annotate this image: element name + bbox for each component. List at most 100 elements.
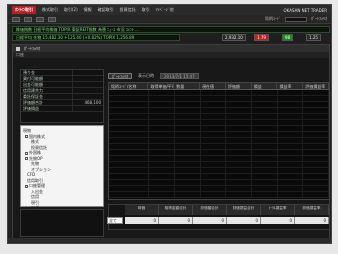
table-cell <box>175 90 201 95</box>
toolbar-portfolio-link[interactable]: ﾎﾟｰﾄﾌｫﾘｵ <box>311 16 327 22</box>
table-cell <box>149 186 176 191</box>
summary-bar: 時価 取得金額合計 評価額合計 評価損益合計 ﾄｰﾀﾙ損益率 評価損益率 全て … <box>107 204 330 230</box>
table-cell <box>149 180 176 185</box>
table-cell <box>278 102 304 107</box>
toolbar-button[interactable] <box>48 16 56 22</box>
quote-change-negative: 1.79 <box>254 34 269 41</box>
table-cell <box>226 132 253 137</box>
filter-select[interactable]: 全て <box>107 217 123 224</box>
account-info-table: 預り金 買付可能額 出金可能額 信用建余力 委託保証金 評価額合計 468,100… <box>20 69 104 123</box>
info-value <box>73 94 103 99</box>
table-cell <box>175 156 201 161</box>
table-cell <box>252 192 278 197</box>
news-ticker: 株価指数 日経平均株価 TOPIX 東証REIT指数 為替 ﾆｭｰｽ 市況 ｺﾒ… <box>12 26 330 33</box>
table-cell <box>226 162 253 167</box>
expand-icon[interactable] <box>25 157 28 160</box>
table-cell <box>175 96 201 101</box>
summary-value: 0 <box>125 217 159 224</box>
left-bottom-pane <box>20 209 104 237</box>
table-cell <box>109 156 150 161</box>
table-cell <box>109 102 150 107</box>
table-cell <box>201 174 227 179</box>
info-value <box>73 88 103 93</box>
toolbar-button[interactable] <box>12 16 20 22</box>
table-cell <box>201 108 227 113</box>
table-cell <box>252 120 278 125</box>
index-ticker: 日経平均 先物 15,482.30 +125.40 (+0.82%) TOPIX… <box>12 34 180 41</box>
table-cell <box>201 186 227 191</box>
table-cell <box>226 150 253 155</box>
table-cell <box>175 180 201 185</box>
panel-title: ﾎﾟｰﾄﾌｫﾘｵ <box>24 46 40 51</box>
info-key: 信用建余力 <box>21 88 73 93</box>
info-key: 預り金 <box>21 70 73 75</box>
expand-icon[interactable] <box>25 184 28 188</box>
column-header[interactable]: 取得単価/平均 <box>148 83 175 89</box>
summary-header-cell: 評価額合計 <box>193 205 227 215</box>
menu-item-mypage[interactable]: ﾏｲﾍﾟｰｼﾞ他 <box>156 7 174 13</box>
column-header[interactable]: 評価損益率 <box>303 83 330 89</box>
summary-value: 0 <box>295 217 329 224</box>
portfolio-button[interactable]: ﾎﾟｰﾄﾌｫﾘｵ <box>108 72 132 79</box>
date-field: 2013/7/1 15:47 <box>160 72 199 79</box>
table-cell <box>109 180 150 185</box>
table-cell <box>175 144 201 149</box>
table-cell <box>109 120 150 125</box>
table-cell <box>303 120 330 125</box>
table-cell <box>149 138 176 143</box>
table-cell <box>278 144 304 149</box>
column-header[interactable]: 銘柄ｺｰﾄﾞ/名称 <box>109 83 149 89</box>
menu-item-stock[interactable]: 株式取引 <box>42 7 58 13</box>
table-cell <box>109 174 150 179</box>
column-header[interactable]: 損益率 <box>277 83 304 89</box>
table-cell <box>278 180 304 185</box>
column-header[interactable]: 損益 <box>252 83 278 89</box>
info-value <box>73 76 103 81</box>
table-cell <box>226 174 253 179</box>
table-cell <box>278 120 304 125</box>
table-cell <box>175 120 201 125</box>
table-row[interactable] <box>109 192 330 198</box>
table-cell <box>226 126 253 131</box>
column-header[interactable]: 評価額 <box>226 83 252 89</box>
toolbar-button[interactable] <box>36 16 44 22</box>
table-cell <box>278 108 304 113</box>
menu-item-trade[interactable]: 取引(2) <box>64 7 78 13</box>
table-cell <box>109 168 150 173</box>
column-header[interactable]: 現在値 <box>200 83 226 89</box>
window-icon <box>16 46 20 51</box>
table-cell <box>303 162 330 167</box>
table-cell <box>226 168 253 173</box>
table-cell <box>149 126 176 131</box>
table-cell <box>201 180 227 185</box>
menu-item-fund[interactable]: 投資信託 <box>120 7 136 13</box>
table-cell <box>201 114 227 119</box>
table-cell <box>278 186 304 191</box>
table-cell <box>149 114 176 119</box>
column-header[interactable]: 数量 <box>174 83 201 89</box>
menu-item-info[interactable]: 情報 <box>84 7 92 13</box>
table-cell <box>201 162 227 167</box>
table-cell <box>149 162 176 167</box>
summary-value: 0 <box>227 217 261 224</box>
table-cell <box>303 96 330 101</box>
table-cell <box>252 90 278 95</box>
menu-item-other[interactable]: 取引 <box>142 7 150 13</box>
table-cell <box>175 108 201 113</box>
expand-icon[interactable] <box>25 151 28 155</box>
table-cell <box>149 174 176 179</box>
brand-logo[interactable]: ｵﾝﾗｲﾝ取引 <box>12 6 36 14</box>
portfolio-controls: ﾎﾟｰﾄﾌｫﾘｵ 表示日時 2013/7/1 15:47 <box>108 71 330 80</box>
panel-titlebar[interactable]: ﾎﾟｰﾄﾌｫﾘｵ <box>13 45 329 52</box>
symbol-code-input[interactable] <box>285 16 307 22</box>
table-cell <box>109 144 150 149</box>
table-cell <box>303 174 330 179</box>
info-key: 委託保証金 <box>21 94 73 99</box>
table-cell <box>201 90 227 95</box>
toolbar-button[interactable] <box>24 16 32 22</box>
table-cell <box>252 138 278 143</box>
table-cell <box>226 120 253 125</box>
expand-icon[interactable] <box>25 135 28 138</box>
table-cell <box>109 96 150 101</box>
menu-item-confirm[interactable]: 確認取引 <box>98 7 114 13</box>
